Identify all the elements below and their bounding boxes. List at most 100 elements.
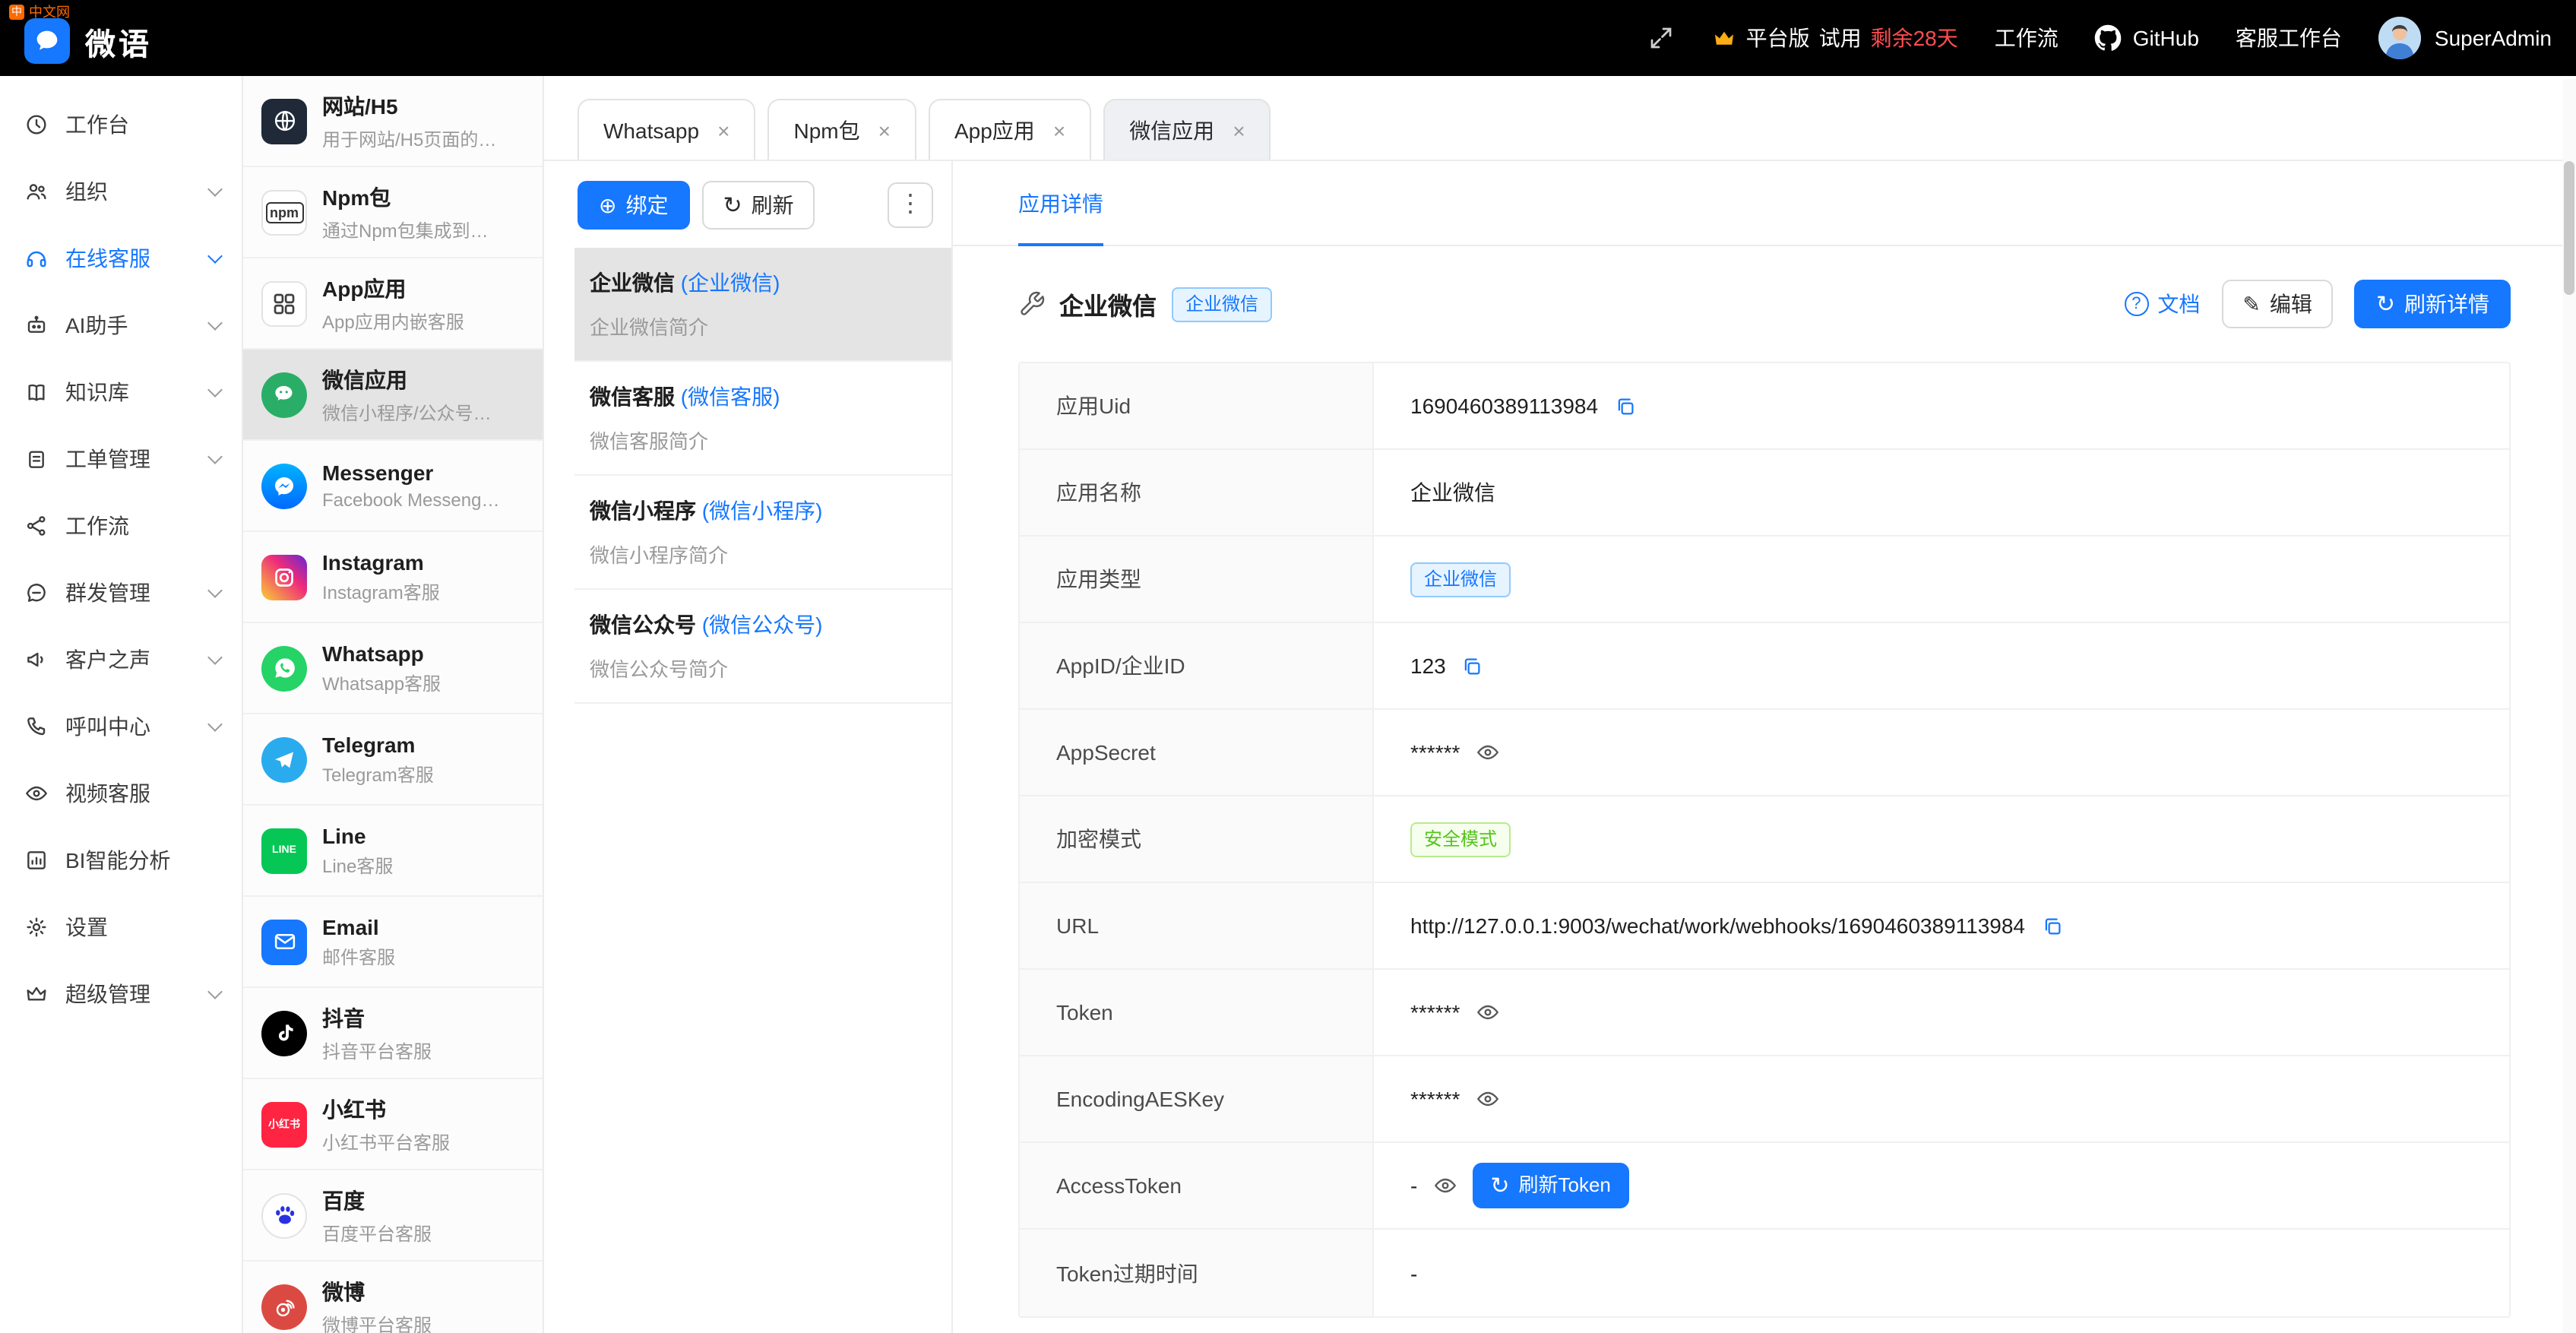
app-name-value: 企业微信 [1410,477,1495,508]
more-button[interactable]: ⋮ [888,182,933,228]
sidebar-item-super-admin[interactable]: 超级管理 [0,961,242,1027]
table-row: 应用名称 企业微信 [1020,450,2509,537]
sidebar-item-label: 知识库 [65,377,193,407]
channel-name: 百度 [322,1185,432,1215]
user-menu[interactable]: SuperAdmin [2378,17,2552,59]
sidebar-item-ticket-management[interactable]: 工单管理 [0,426,242,492]
channel-item-baidu[interactable]: 百度百度平台客服 [243,1170,543,1262]
channel-desc: Line客服 [322,852,393,878]
channel-item-whatsapp[interactable]: WhatsappWhatsapp客服 [243,623,543,714]
refresh-token-button[interactable]: ↻ 刷新Token [1472,1163,1629,1208]
tab-label: 微信应用 [1129,115,1214,145]
list-item-wechat-official[interactable]: 微信公众号 (微信公众号) 微信公众号简介 [574,590,951,704]
list-item-title: 微信客服 (微信客服) [590,382,930,412]
channel-desc: App应用内嵌客服 [322,308,464,334]
channel-item-weibo[interactable]: 微博微博平台客服 [243,1262,543,1333]
sidebar-item-workbench[interactable]: 工作台 [0,91,242,158]
plan-status[interactable]: 平台版 试用 剩余28天 [1711,23,1958,53]
list-item-link[interactable]: (微信小程序) [702,499,823,523]
tab-npm[interactable]: Npm包 × [767,99,916,160]
access-token-value: - [1410,1173,1417,1198]
eye-icon[interactable] [1475,1000,1499,1024]
tab-whatsapp[interactable]: Whatsapp × [578,99,755,160]
app-logo[interactable]: 微语 [24,18,152,64]
sidebar-item-online-service[interactable]: 在线客服 [0,225,242,292]
eye-icon[interactable] [1432,1173,1457,1198]
list-item-link[interactable]: (微信公众号) [702,613,823,637]
tab-app[interactable]: App应用 × [929,99,1091,160]
channel-item-line[interactable]: LINE LineLine客服 [243,806,543,897]
channel-item-messenger[interactable]: MessengerFacebook Messeng… [243,441,543,532]
close-icon[interactable]: × [1233,118,1245,142]
list-item-wechat-kefu[interactable]: 微信客服 (微信客服) 微信客服简介 [574,362,951,476]
channel-item-instagram[interactable]: InstagramInstagram客服 [243,532,543,623]
edit-button[interactable]: ✎ 编辑 [2221,280,2333,328]
phone-icon [24,714,49,739]
sidebar-item-customer-voice[interactable]: 客户之声 [0,626,242,693]
copy-icon[interactable] [1613,394,1636,417]
channel-item-telegram[interactable]: TelegramTelegram客服 [243,714,543,806]
list-item-link[interactable]: (企业微信) [681,271,780,295]
list-item-wechat-work[interactable]: 企业微信 (企业微信) 企业微信简介 [574,248,951,362]
tab-app-details[interactable]: 应用详情 [1018,161,1103,245]
eye-icon[interactable] [1475,740,1499,765]
sidebar-item-label: 设置 [65,912,220,942]
github-label: GitHub [2133,26,2199,50]
close-icon[interactable]: × [717,118,729,142]
sidebar-item-call-center[interactable]: 呼叫中心 [0,693,242,760]
docs-label: 文档 [2157,289,2200,319]
refresh-details-button[interactable]: ↻ 刷新详情 [2355,280,2511,328]
fullscreen-icon[interactable] [1647,24,1675,52]
channel-item-npm[interactable]: npm Npm包通过Npm包集成到… [243,167,543,258]
organization-icon [24,179,49,204]
channel-item-app[interactable]: App应用App应用内嵌客服 [243,258,543,350]
channel-item-email[interactable]: Email邮件客服 [243,897,543,988]
tab-wechat-app[interactable]: 微信应用 × [1103,99,1271,160]
sidebar-item-mass-messaging[interactable]: 群发管理 [0,559,242,626]
list-item-link[interactable]: (微信客服) [681,385,780,409]
channel-item-wechat[interactable]: 微信应用微信小程序/公众号… [243,350,543,441]
page-scrollbar[interactable] [2562,79,2576,1333]
list-item-desc: 企业微信简介 [590,312,930,340]
nav-github-link[interactable]: GitHub [2095,24,2199,52]
sidebar-item-ai-assistant[interactable]: AI助手 [0,292,242,359]
channel-name: 微信应用 [322,364,492,394]
channel-item-douyin[interactable]: 抖音抖音平台客服 [243,988,543,1079]
sidebar-item-video-service[interactable]: 视频客服 [0,760,242,827]
list-item-wechat-miniprogram[interactable]: 微信小程序 (微信小程序) 微信小程序简介 [574,476,951,590]
row-label: 应用类型 [1020,537,1374,622]
copy-icon[interactable] [2040,914,2063,937]
sidebar-item-knowledge-base[interactable]: 知识库 [0,359,242,426]
sidebar-item-organization[interactable]: 组织 [0,158,242,225]
row-label: 应用Uid [1020,363,1374,448]
close-icon[interactable]: × [1053,118,1065,142]
refresh-button[interactable]: ↻ 刷新 [701,181,815,230]
chinese-site-badge[interactable]: 中 中文网 [9,2,70,21]
sidebar-item-workflow[interactable]: 工作流 [0,492,242,559]
encryption-mode-badge: 安全模式 [1410,822,1511,856]
scrollbar-thumb[interactable] [2564,161,2574,295]
chevron-down-icon [207,649,223,664]
sidebar-item-bi-analytics[interactable]: BI智能分析 [0,827,242,894]
email-icon [261,919,307,964]
robot-icon [24,313,49,337]
telegram-icon [261,736,307,782]
website-icon [261,98,307,144]
nav-workbench-link[interactable]: 客服工作台 [2236,23,2342,53]
refresh-token-label: 刷新Token [1519,1170,1611,1201]
sidebar-item-settings[interactable]: 设置 [0,894,242,961]
refresh-icon: ↻ [1490,1174,1509,1197]
chevron-down-icon [207,315,223,330]
channel-item-website-h5[interactable]: 网站/H5用于网站/H5页面的… [243,76,543,167]
docs-link[interactable]: ? 文档 [2124,289,2200,319]
copy-icon[interactable] [1461,654,1484,677]
bind-button[interactable]: ⊕ 绑定 [578,181,689,230]
logo-chat-icon [24,18,70,64]
row-label: 加密模式 [1020,796,1374,882]
nav-workflow-link[interactable]: 工作流 [1995,23,2059,53]
eye-icon[interactable] [1475,1087,1499,1111]
list-item-title: 微信公众号 (微信公众号) [590,610,930,640]
app-uid-value: 1690460389113984 [1410,394,1598,418]
close-icon[interactable]: × [878,118,891,142]
channel-item-xiaohongshu[interactable]: 小红书 小红书小红书平台客服 [243,1079,543,1170]
